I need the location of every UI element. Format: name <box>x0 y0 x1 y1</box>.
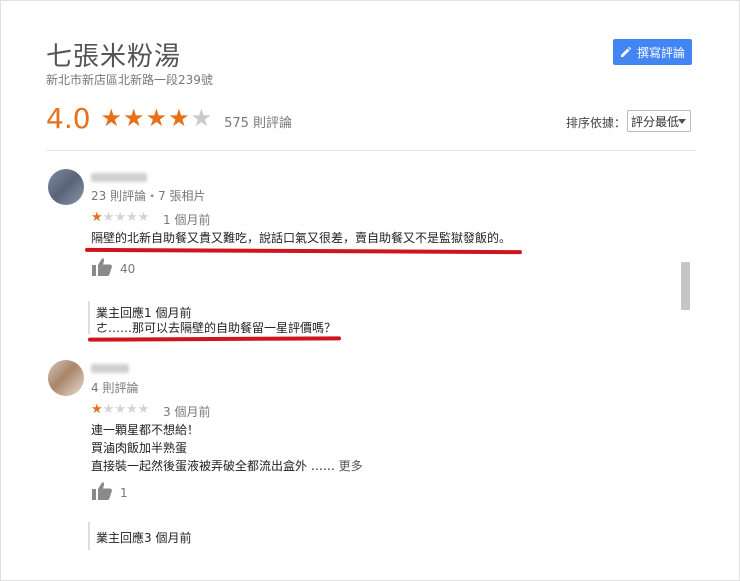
avatar[interactable] <box>48 360 84 396</box>
star-icon: ★ <box>168 104 190 132</box>
sort-label: 排序依據： <box>566 116 627 130</box>
star-empty-icon: ★ <box>125 402 138 417</box>
review-line-text: 直接裝一起然後蛋液被弄破全都流出盒外 …… <box>91 459 335 473</box>
star-icon: ★ <box>100 104 123 132</box>
star-empty-icon: ★ <box>137 402 150 417</box>
review-line: 連一顆星都不想給！ <box>91 423 200 437</box>
owner-reply-text: ㄜ……那可以去隔壁的自助餐留一星評價嗎？ <box>96 321 337 335</box>
review-line: 直接裝一起然後蛋液被弄破全都流出盒外 …… 更多 <box>91 457 363 475</box>
like-count: 1 <box>120 486 128 500</box>
star-icon: ★ <box>91 402 103 417</box>
star-icon: ★ <box>145 104 168 132</box>
owner-reply-bar <box>88 522 90 550</box>
reviewer-meta: 4 則評論 <box>91 381 139 395</box>
place-title: 七張米粉湯 <box>46 42 182 72</box>
rating-stars: ★ ★ ★ ★ ★ <box>101 106 213 130</box>
avatar[interactable] <box>48 169 84 205</box>
place-address: 新北市新店區北新路一段239號 <box>46 73 213 87</box>
review-stars: ★ ★ ★ ★ ★ <box>91 403 149 416</box>
like-count: 40 <box>120 262 136 276</box>
header-divider <box>46 150 696 151</box>
reviewer-meta: 23 則評論・7 張相片 <box>91 189 206 203</box>
pencil-icon <box>620 46 632 57</box>
write-review-button[interactable]: 撰寫評論 <box>613 39 692 65</box>
owner-reply-bar <box>88 301 90 334</box>
reviewer-name-blurred[interactable] <box>91 173 147 182</box>
star-empty-icon: ★ <box>102 402 115 417</box>
rating-summary: 4.0 ★ ★ ★ ★ ★ 575 則評論 <box>46 100 292 136</box>
star-empty-icon: ★ <box>114 210 126 225</box>
owner-reply-header: 業主回應3 個月前 <box>96 531 192 545</box>
review-text: 連一顆星都不想給！ 買滷肉飯加半熟蛋 直接裝一起然後蛋液被弄破全都流出盒外 ……… <box>91 421 363 475</box>
star-icon: ★ <box>123 104 145 132</box>
chevron-down-icon <box>678 119 686 124</box>
more-link[interactable]: 更多 <box>339 459 363 473</box>
sort-selected-value: 評分最低 <box>631 114 680 129</box>
star-empty-icon: ★ <box>125 210 138 225</box>
review-stars: ★ ★ ★ ★ ★ <box>91 211 149 224</box>
review-count[interactable]: 575 則評論 <box>224 106 292 131</box>
star-empty-icon: ★ <box>190 104 213 132</box>
star-icon: ★ <box>91 210 103 225</box>
thumbs-up-icon[interactable] <box>91 481 113 501</box>
reviewer-name-blurred[interactable] <box>91 364 129 373</box>
rating-value: 4.0 <box>46 101 91 135</box>
star-empty-icon: ★ <box>137 210 150 225</box>
thumbs-up-icon[interactable] <box>91 257 113 277</box>
review-date: 3 個月前 <box>163 405 211 419</box>
scrollbar-thumb[interactable] <box>681 262 690 310</box>
star-empty-icon: ★ <box>102 210 115 225</box>
review-date: 1 個月前 <box>163 213 211 227</box>
review-line: 買滷肉飯加半熟蛋 <box>91 441 188 455</box>
write-review-label: 撰寫評論 <box>636 45 685 60</box>
review-text: 隔壁的北新自助餐又貴又難吃，說話口氣又很差，賣自助餐又不是監獄發飯的。 <box>91 231 512 245</box>
sort-dropdown[interactable]: 評分最低 <box>627 110 691 132</box>
star-empty-icon: ★ <box>114 402 126 417</box>
